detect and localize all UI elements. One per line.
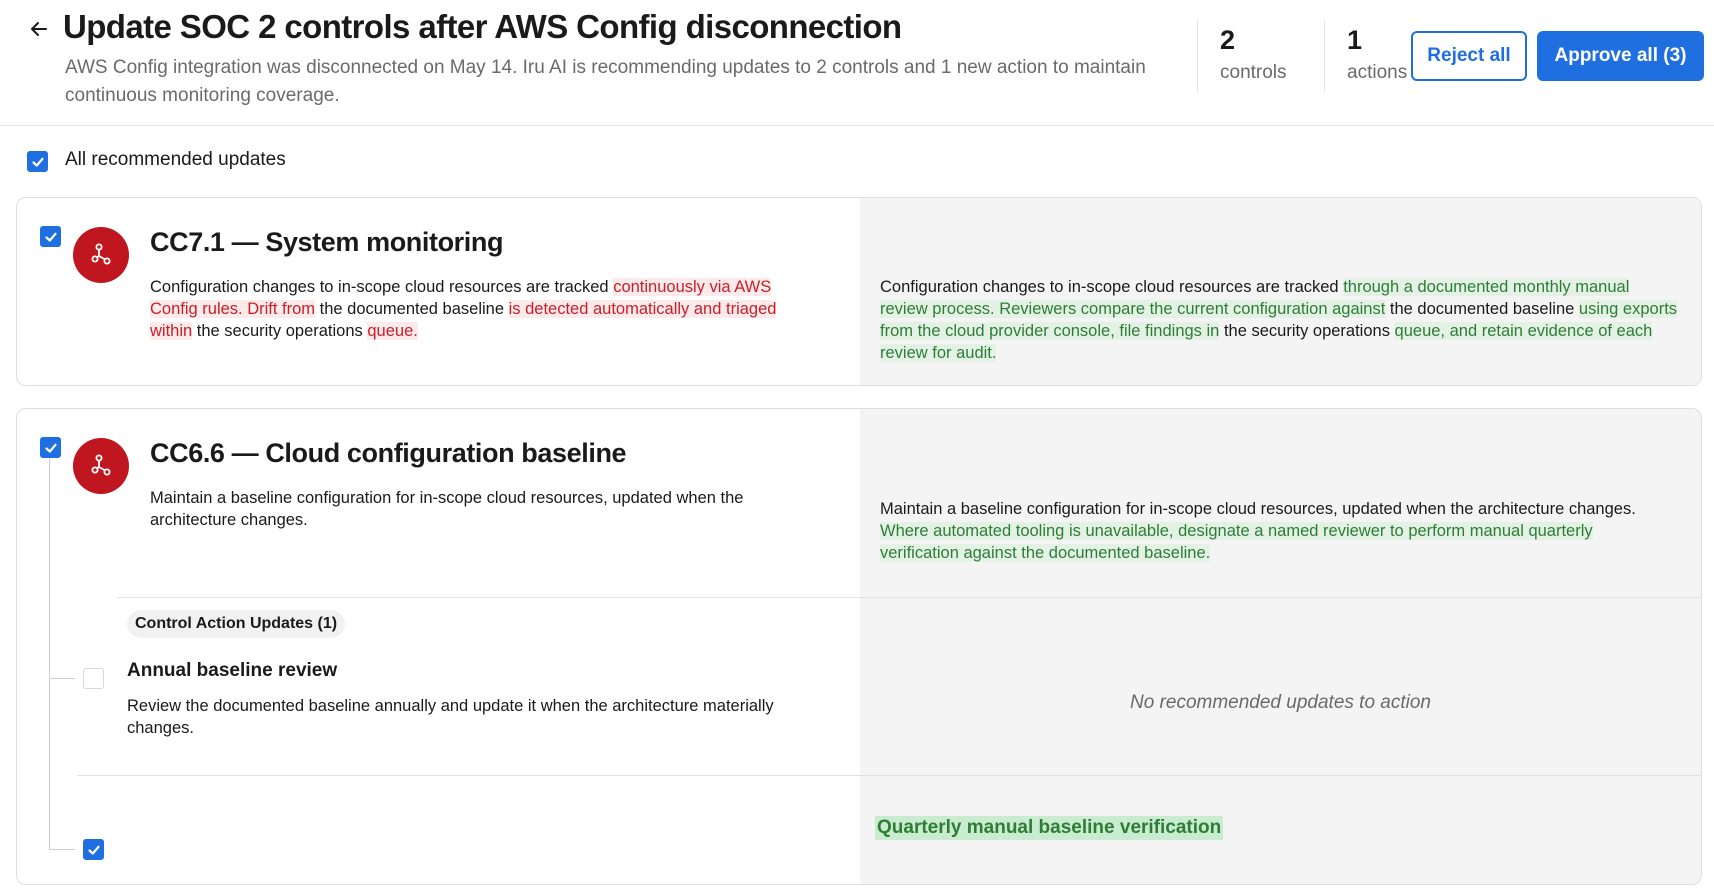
diff-unchanged: Maintain a baseline configuration for in…	[150, 489, 744, 529]
tree-connector	[49, 678, 75, 679]
proposed-pane	[860, 409, 1701, 884]
tree-connector	[49, 457, 50, 849]
checkmark-icon	[44, 443, 57, 453]
controls-count-label: controls	[1220, 62, 1287, 83]
new-action-title: Quarterly manual baseline verification	[875, 816, 1224, 840]
action-updates-badge: Control Action Updates (1)	[127, 610, 346, 638]
checkmark-icon	[44, 232, 57, 242]
control-card-cc7-1: CC7.1 — System monitoring Configuration …	[16, 197, 1702, 386]
reject-all-button[interactable]: Reject all	[1411, 31, 1527, 81]
control-checkbox[interactable]	[40, 226, 61, 247]
proposed-description: Maintain a baseline configuration for in…	[880, 498, 1660, 564]
diff-unchanged: the documented baseline	[1385, 300, 1579, 318]
checkmark-icon	[87, 845, 100, 855]
checkmark-icon	[31, 157, 44, 167]
diff-deletion: queue.	[367, 322, 418, 340]
select-all-checkbox[interactable]	[27, 151, 48, 172]
page-header: Update SOC 2 controls after AWS Config d…	[0, 0, 1714, 126]
diff-unchanged: the security operations	[192, 322, 368, 340]
integration-nodes-icon	[73, 438, 129, 494]
diff-unchanged: Configuration changes to in-scope cloud …	[150, 278, 614, 296]
section-divider	[117, 597, 1701, 598]
control-title: CC6.6 — Cloud configuration baseline	[150, 438, 627, 468]
control-checkbox[interactable]	[40, 437, 61, 458]
select-all-label: All recommended updates	[65, 149, 286, 170]
controls-count-stat: 2 controls	[1197, 20, 1325, 92]
actions-count-stat: 1 actions	[1324, 20, 1414, 92]
control-card-cc6-6: CC6.6 — Cloud configuration baseline Mai…	[16, 408, 1702, 885]
integration-nodes-icon	[73, 227, 129, 283]
diff-insertion: Where automated tooling is unavailable, …	[880, 522, 1593, 562]
controls-count: 2	[1220, 25, 1236, 55]
proposed-description: Configuration changes to in-scope cloud …	[880, 276, 1680, 364]
page-title: Update SOC 2 controls after AWS Config d…	[63, 8, 902, 45]
new-action-checkbox[interactable]	[83, 839, 104, 860]
current-description: Configuration changes to in-scope cloud …	[150, 276, 810, 342]
diff-unchanged: the documented baseline	[315, 300, 509, 318]
diff-unchanged: Configuration changes to in-scope cloud …	[880, 278, 1344, 296]
actions-count: 1	[1347, 25, 1363, 55]
page-subtitle: AWS Config integration was disconnected …	[65, 57, 1146, 106]
diff-unchanged: the security operations	[1219, 322, 1395, 340]
current-description: Maintain a baseline configuration for in…	[150, 487, 810, 531]
approve-all-button[interactable]: Approve all (3)	[1537, 31, 1704, 81]
section-divider	[77, 775, 1701, 776]
action-title: Annual baseline review	[127, 660, 338, 681]
action-checkbox-annual-baseline-review[interactable]	[83, 668, 104, 689]
tree-connector	[49, 849, 75, 850]
diff-unchanged: Maintain a baseline configuration for in…	[880, 500, 1636, 518]
no-updates-note: No recommended updates to action	[1129, 692, 1431, 713]
control-title: CC7.1 — System monitoring	[150, 227, 504, 257]
action-description: Review the documented baseline annually …	[127, 697, 774, 737]
arrow-left-icon[interactable]	[26, 16, 52, 42]
actions-count-label: actions	[1347, 62, 1408, 83]
